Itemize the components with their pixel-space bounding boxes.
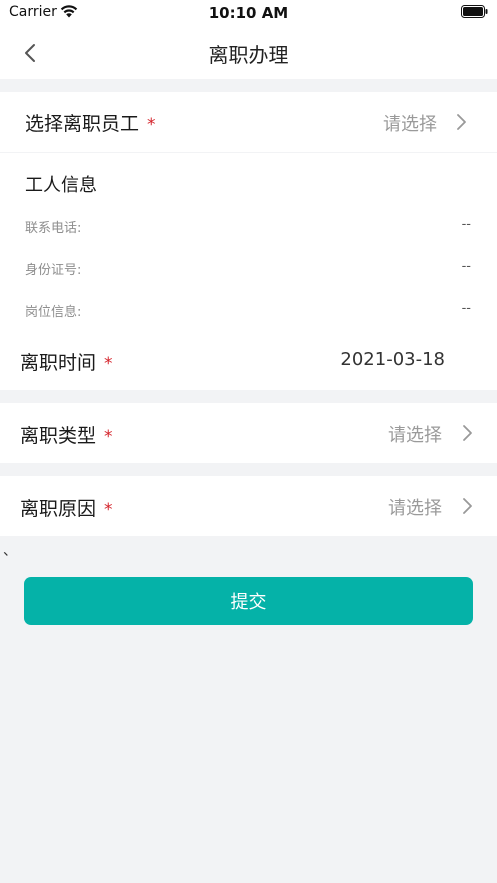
chevron-right-icon	[463, 498, 472, 514]
leave-reason-label: 离职原因 *	[20, 498, 113, 520]
battery-icon	[461, 5, 488, 18]
status-time: 10:10 AM	[208, 4, 289, 22]
id-number-value: --	[461, 259, 471, 274]
leave-reason-row[interactable]: 离职原因 * 请选择	[0, 476, 497, 536]
worker-info-title: 工人信息	[25, 175, 97, 196]
required-mark: *	[104, 500, 113, 520]
stray-mark: 、	[3, 543, 17, 559]
required-mark: *	[104, 427, 113, 447]
position-label: 岗位信息:	[25, 305, 82, 320]
id-number-label: 身份证号:	[25, 263, 82, 278]
submit-button[interactable]: 提交	[24, 577, 473, 625]
select-employee-label: 选择离职员工 *	[25, 113, 156, 135]
leave-type-value: 请选择	[388, 425, 442, 446]
leave-reason-value: 请选择	[388, 498, 442, 519]
select-employee-value: 请选择	[383, 114, 437, 135]
chevron-right-icon	[463, 425, 472, 441]
phone-value: --	[461, 217, 471, 232]
select-employee-row[interactable]: 选择离职员工 * 请选择	[0, 92, 497, 152]
worker-info-card: 工人信息 联系电话: -- 身份证号: -- 岗位信息: -- 离职时间 * 20…	[0, 153, 497, 390]
leave-type-row[interactable]: 离职类型 * 请选择	[0, 403, 497, 463]
phone-label: 联系电话:	[25, 221, 82, 236]
leave-type-label: 离职类型 *	[20, 425, 113, 447]
required-mark: *	[104, 354, 113, 374]
page-title: 离职办理	[208, 43, 289, 67]
required-mark: *	[147, 115, 156, 135]
status-bar: Carrier 10:10 AM	[0, 0, 497, 26]
leave-time-value: 2021-03-18	[340, 349, 445, 370]
leave-time-label: 离职时间 *	[20, 352, 113, 374]
nav-bar: 离职办理	[0, 26, 497, 79]
position-value: --	[461, 301, 471, 316]
chevron-right-icon	[457, 114, 466, 130]
